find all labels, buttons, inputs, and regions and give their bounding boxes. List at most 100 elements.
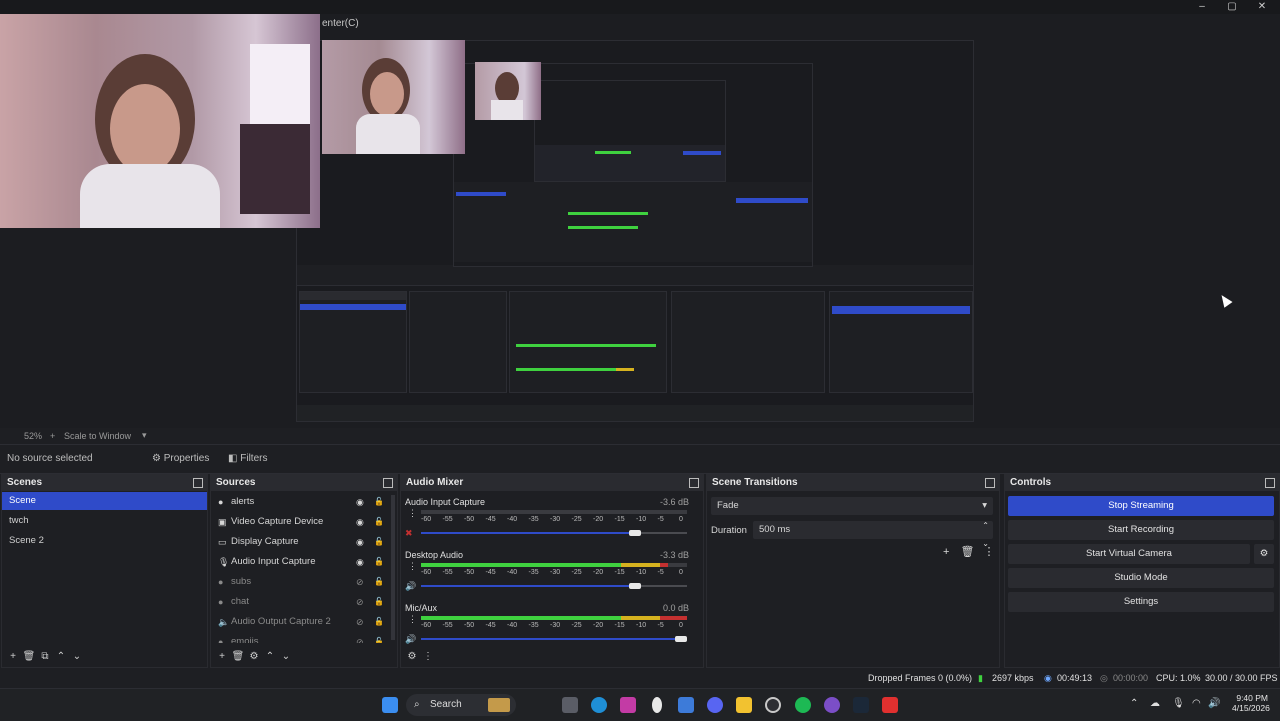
undock-icon[interactable] [985,478,995,488]
task-view-icon[interactable] [562,697,578,713]
scene-item[interactable]: twch [2,512,207,530]
maps-icon[interactable] [652,697,662,713]
eye-icon[interactable]: ◉ [356,497,366,507]
properties-button[interactable]: ⚙ Properties [146,451,215,467]
duration-input[interactable]: 500 ms ⌃ ⌄ [753,521,993,548]
discord-icon[interactable] [707,697,723,713]
virtual-camera-settings-button[interactable]: ⚙ [1254,544,1274,564]
steam-icon[interactable] [853,697,869,713]
obs-icon[interactable] [765,697,781,713]
undock-icon[interactable] [1265,478,1275,488]
copilot-icon[interactable] [620,697,636,713]
microphone-icon[interactable]: 🎙 [1172,698,1185,709]
studio-mode-button[interactable]: Studio Mode [1008,568,1274,588]
kebab-menu-icon[interactable]: ⋮ [420,651,436,662]
trash-icon[interactable]: 🗑 [230,651,246,662]
lock-icon[interactable]: 🔓 [374,637,384,643]
source-item[interactable]: ● subs ⊘ 🔓 [215,573,395,591]
kebab-menu-icon[interactable]: ⋮ [984,546,995,558]
zoom-level[interactable]: 52% [24,431,42,441]
start-recording-button[interactable]: Start Recording [1008,520,1274,540]
volume-slider[interactable] [421,636,687,642]
wifi-icon[interactable]: ◠ [1192,698,1201,709]
scale-mode[interactable]: Scale to Window [64,431,131,441]
chevron-up-icon[interactable]: ⌃ [1130,698,1138,709]
preview-canvas[interactable] [0,14,1280,428]
slider-handle[interactable] [629,583,642,589]
chevron-down-icon[interactable]: ⌄ [278,651,294,662]
kebab-menu-icon[interactable]: ⋮ [408,508,417,519]
add-icon[interactable]: + [943,546,949,558]
lock-icon[interactable]: 🔓 [374,577,384,586]
slider-handle[interactable] [675,636,687,642]
undock-icon[interactable] [383,478,393,488]
eye-icon[interactable]: ◉ [356,537,366,547]
scene-item[interactable]: Scene 2 [2,532,207,550]
eye-icon[interactable]: ◉ [356,557,366,567]
file-explorer-icon[interactable] [736,697,752,713]
chevron-down-icon[interactable]: ▾ [142,430,147,441]
source-item[interactable]: ▭ Display Capture ◉ 🔓 [215,533,395,551]
source-item[interactable]: 🎙 Audio Input Capture ◉ 🔓 [215,553,395,571]
gear-icon[interactable]: ⚙ [246,651,262,662]
mute-icon[interactable]: ✖ [405,528,413,539]
messenger-icon[interactable] [824,697,840,713]
chevron-up-icon[interactable]: ⌃ [53,651,69,662]
lock-icon[interactable]: 🔓 [374,517,384,526]
kebab-menu-icon[interactable]: ⋮ [408,614,417,625]
source-item[interactable]: ● emojis ⊘ 🔓 [215,633,395,643]
eye-icon[interactable]: ◉ [356,517,366,527]
store-icon[interactable] [678,697,694,713]
chevron-down-icon[interactable]: ⌄ [69,651,85,662]
minimize-button[interactable]: – [1188,0,1216,14]
volume-icon[interactable]: 🔊 [1208,698,1220,709]
undock-icon[interactable] [193,478,203,488]
volume-icon[interactable]: 🔊 [405,634,416,645]
source-item[interactable]: ● alerts ◉ 🔓 [215,493,395,511]
spotify-icon[interactable] [795,697,811,713]
windows-start-icon[interactable] [382,697,398,713]
filters-button[interactable]: ◧ Filters [222,451,273,467]
scene-item[interactable]: Scene [2,492,207,510]
lock-icon[interactable]: 🔓 [374,617,384,626]
volume-slider[interactable] [421,583,687,589]
acrobat-icon[interactable] [882,697,898,713]
settings-button[interactable]: Settings [1008,592,1274,612]
slider-handle[interactable] [629,530,642,536]
trash-icon[interactable]: 🗑 [961,546,975,558]
close-button[interactable]: ✕ [1248,0,1276,14]
gear-icon[interactable]: ⚙ [404,651,420,662]
source-item[interactable]: ▣ Video Capture Device ◉ 🔓 [215,513,395,531]
eye-off-icon[interactable]: ⊘ [356,597,366,607]
edge-icon[interactable] [591,697,607,713]
undock-icon[interactable] [689,478,699,488]
sources-scrollbar[interactable] [391,495,395,640]
chevron-up-icon[interactable]: ⌃ [262,651,278,662]
taskbar-search[interactable]: ⌕ Search [406,694,516,716]
source-item[interactable]: ● chat ⊘ 🔓 [215,593,395,611]
source-item[interactable]: 🔈 Audio Output Capture 2 ⊘ 🔓 [215,613,395,631]
maximize-button[interactable]: ▢ [1218,0,1246,14]
kebab-menu-icon[interactable]: ⋮ [408,561,417,572]
volume-slider[interactable] [421,530,687,536]
transition-select[interactable]: Fade ▾ [711,497,993,515]
duration-value: 500 ms [759,524,791,535]
eye-off-icon[interactable]: ⊘ [356,637,366,643]
eye-off-icon[interactable]: ⊘ [356,617,366,627]
lock-icon[interactable]: 🔓 [374,597,384,606]
plus-icon[interactable]: + [50,431,55,441]
clock[interactable]: 9:40 PM 4/15/2026 [1232,693,1270,713]
add-icon[interactable]: + [5,651,21,662]
lock-icon[interactable]: 🔓 [374,557,384,566]
add-icon[interactable]: + [214,651,230,662]
mixer-channel: Audio Input Capture -3.6 dB ⋮ -60 -55 -50 -45-… [403,497,693,551]
eye-off-icon[interactable]: ⊘ [356,577,366,587]
lock-icon[interactable]: 🔓 [374,537,384,546]
lock-icon[interactable]: 🔓 [374,497,384,506]
volume-icon[interactable]: 🔊 [405,581,416,592]
start-virtual-camera-button[interactable]: Start Virtual Camera [1008,544,1250,564]
stop-streaming-button[interactable]: Stop Streaming [1008,496,1274,516]
trash-icon[interactable]: 🗑 [21,651,37,662]
cloud-icon[interactable]: ☁ [1150,698,1160,709]
filter-icon[interactable]: ⧉ [37,651,53,662]
